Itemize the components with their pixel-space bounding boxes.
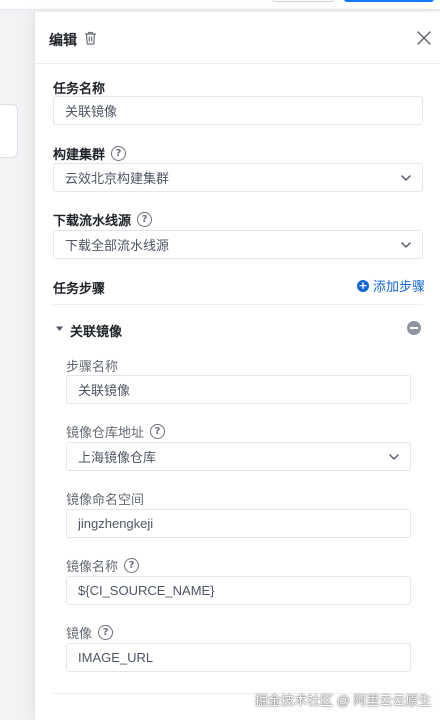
build-cluster-value: 云效北京构建集群 xyxy=(65,171,170,186)
help-icon[interactable]: ? xyxy=(98,625,114,640)
step-name-label: 步骤名称 xyxy=(66,356,118,375)
task-name-label: 任务名称 xyxy=(53,78,105,97)
image-name-value: ${CI_SOURCE_NAME} xyxy=(78,583,215,598)
step-name-value: 关联镜像 xyxy=(78,383,131,398)
chevron-down-icon xyxy=(401,174,411,181)
repo-address-value: 上海镜像仓库 xyxy=(78,450,157,465)
image-input[interactable]: IMAGE_URL xyxy=(66,643,411,672)
image-label: 镜像 ? xyxy=(66,623,114,642)
download-source-value: 下载全部流水线源 xyxy=(65,238,170,253)
caret-down-icon[interactable] xyxy=(55,324,64,333)
build-cluster-select[interactable]: 云效北京构建集群 xyxy=(53,163,423,192)
task-steps-label: 任务步骤 xyxy=(53,278,105,297)
namespace-input[interactable]: jingzhengkeji xyxy=(66,509,411,538)
divider xyxy=(53,304,423,305)
chevron-down-icon xyxy=(389,453,399,460)
add-step-label: 添加步骤 xyxy=(373,279,426,294)
repo-address-label-text: 镜像仓库地址 xyxy=(66,425,145,440)
namespace-value: jingzhengkeji xyxy=(78,516,154,531)
task-name-input[interactable]: 关联镜像 xyxy=(53,96,423,125)
background-topbar xyxy=(0,0,440,10)
background-secondary-button[interactable] xyxy=(272,0,334,2)
download-source-select[interactable]: 下载全部流水线源 xyxy=(53,230,423,259)
image-label-text: 镜像 xyxy=(66,626,93,641)
image-name-label: 镜像名称 ? xyxy=(66,556,140,575)
chevron-down-icon xyxy=(401,241,411,248)
build-cluster-label-text: 构建集群 xyxy=(53,147,106,162)
task-name-label-text: 任务名称 xyxy=(53,81,106,96)
add-step-button[interactable]: + 添加步骤 xyxy=(357,276,425,295)
watermark: 掘金技术社区 @ 阿里云云原生 xyxy=(255,693,432,708)
namespace-label: 镜像命名空间 xyxy=(66,489,144,508)
help-icon[interactable]: ? xyxy=(124,558,140,573)
image-name-input[interactable]: ${CI_SOURCE_NAME} xyxy=(66,576,411,605)
repo-address-select[interactable]: 上海镜像仓库 xyxy=(66,442,411,471)
step-title[interactable]: 关联镜像 xyxy=(70,321,122,340)
task-name-value: 关联镜像 xyxy=(65,104,118,119)
download-source-label: 下载流水线源 ? xyxy=(53,210,153,229)
repo-address-label: 镜像仓库地址 ? xyxy=(66,422,166,441)
background-card xyxy=(0,104,18,158)
plus-circle-icon: + xyxy=(357,278,369,292)
edit-drawer: 编辑 任务名称 关联镜像 构建集群 ? 云效北京构建集群 下载流水线源 ? 下载… xyxy=(34,12,440,720)
image-value: IMAGE_URL xyxy=(78,650,154,665)
trash-icon[interactable] xyxy=(84,31,97,45)
background-primary-button[interactable] xyxy=(344,0,434,2)
drawer-title: 编辑 xyxy=(49,32,77,48)
task-steps-label-text: 任务步骤 xyxy=(53,281,106,296)
help-icon[interactable]: ? xyxy=(150,424,166,439)
drawer-header: 编辑 xyxy=(35,12,440,64)
minus-circle-icon[interactable] xyxy=(407,321,421,335)
build-cluster-label: 构建集群 ? xyxy=(53,144,127,163)
namespace-label-text: 镜像命名空间 xyxy=(66,492,145,507)
step-name-input[interactable]: 关联镜像 xyxy=(66,375,411,404)
image-name-label-text: 镜像名称 xyxy=(66,559,119,574)
close-icon[interactable] xyxy=(417,31,431,45)
step-name-label-text: 步骤名称 xyxy=(66,359,119,374)
download-source-label-text: 下载流水线源 xyxy=(53,213,132,228)
help-icon[interactable]: ? xyxy=(111,146,127,161)
help-icon[interactable]: ? xyxy=(137,212,153,227)
